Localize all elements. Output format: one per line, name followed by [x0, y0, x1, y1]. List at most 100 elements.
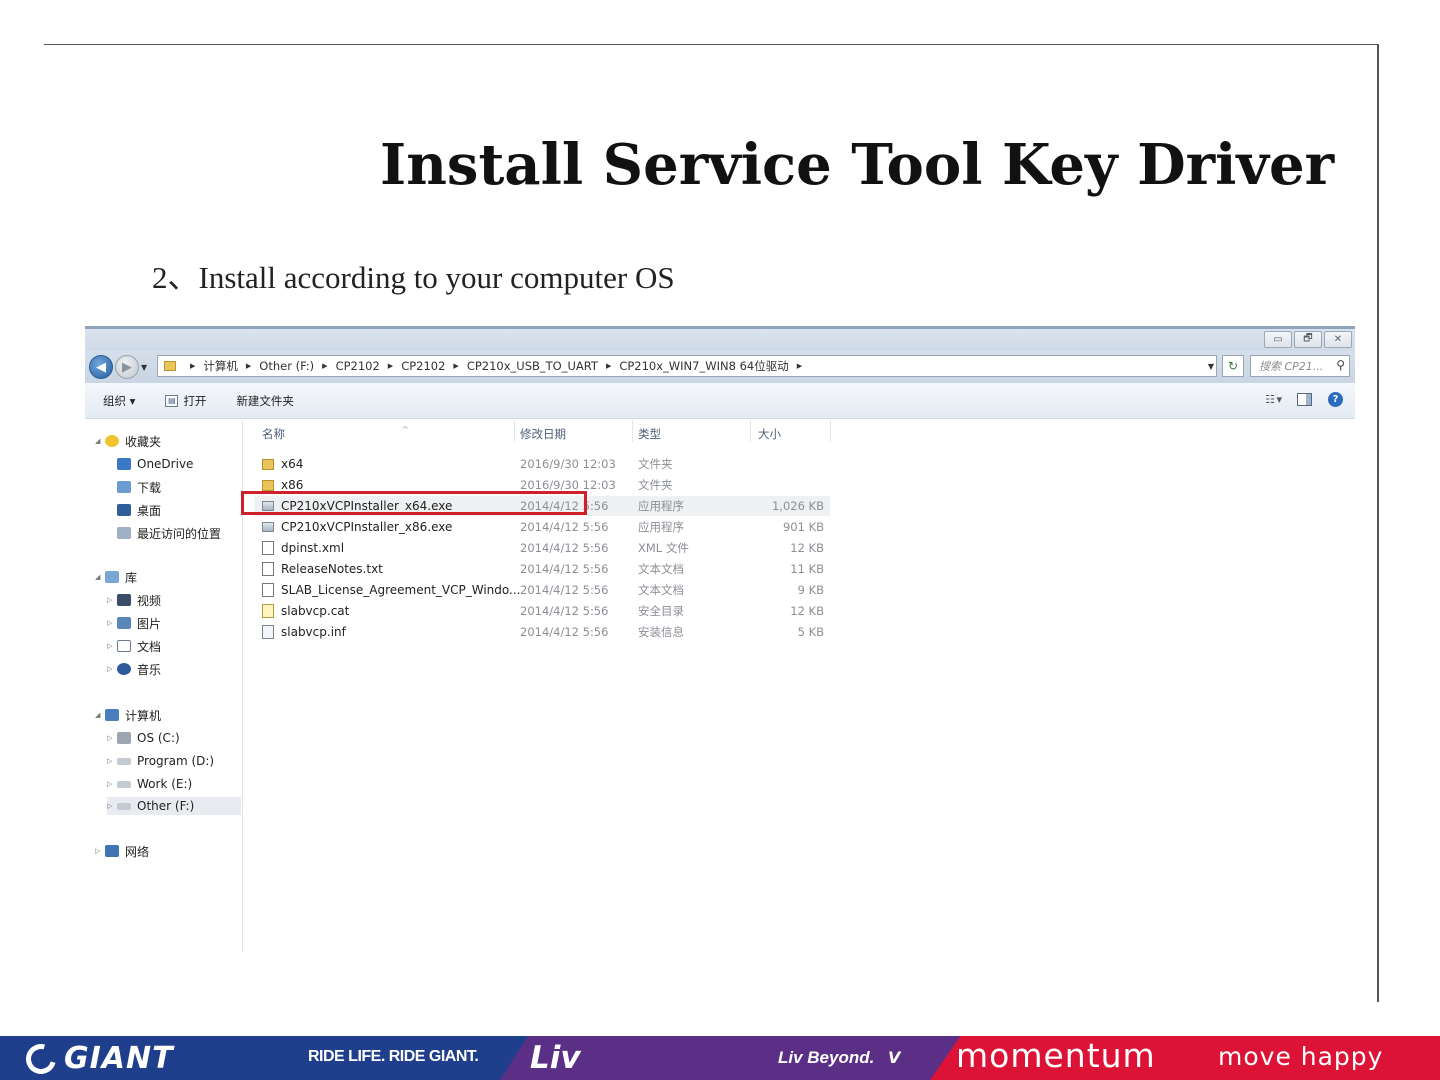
document-icon — [262, 562, 274, 576]
column-header-date[interactable]: 修改日期 — [520, 426, 566, 442]
file-name-cell: slabvcp.cat — [262, 604, 349, 618]
breadcrumb-cp2102-inner[interactable]: CP2102 — [401, 359, 445, 373]
nav-favorites[interactable]: ◢ 收藏夹 — [95, 432, 161, 450]
forward-button[interactable]: ▶ — [115, 355, 139, 379]
preview-pane-icon[interactable] — [1297, 393, 1312, 406]
arrow-left-icon: ◀ — [96, 359, 106, 375]
nav-music[interactable]: ▷ 音乐 — [107, 660, 161, 678]
file-date: 2014/4/12 5:56 — [520, 520, 609, 534]
breadcrumb-other-drive[interactable]: Other (F:) — [259, 359, 314, 373]
chevron-right-icon[interactable]: ▶ — [606, 362, 611, 370]
recent-pages-chevron-icon[interactable]: ▼ — [141, 363, 147, 372]
file-name-cell: CP210xVCPInstaller_x86.exe — [262, 520, 452, 534]
nav-drive-c[interactable]: ▷ OS (C:) — [107, 729, 180, 747]
momentum-tagline: move happy — [1218, 1042, 1384, 1071]
nav-downloads[interactable]: 下载 — [117, 478, 161, 496]
breadcrumb-cp2102[interactable]: CP2102 — [336, 359, 380, 373]
nav-drive-f[interactable]: ▷ Other (F:) — [107, 797, 241, 815]
nav-recent-label: 最近访问的位置 — [137, 526, 222, 541]
collapse-icon[interactable]: ▷ — [107, 757, 117, 765]
file-row-highlighted[interactable]: CP210xVCPInstaller_x64.exe 2014/4/12 5:5… — [254, 496, 830, 516]
chevron-right-icon[interactable]: ▶ — [246, 362, 251, 370]
collapse-icon[interactable]: ▷ — [107, 619, 117, 627]
nav-computer-label: 计算机 — [125, 708, 162, 723]
collapse-icon[interactable]: ▷ — [107, 642, 117, 650]
file-row[interactable]: slabvcp.inf 2014/4/12 5:56 安装信息 5 KB — [254, 622, 830, 642]
nav-libraries[interactable]: ◢ 库 — [95, 568, 137, 586]
minimize-button[interactable]: ▭ — [1264, 331, 1292, 348]
file-row[interactable]: dpinst.xml 2014/4/12 5:56 XML 文件 12 KB — [254, 538, 830, 558]
liv-mark-icon: V — [888, 1048, 901, 1067]
address-bar[interactable]: ▶ 计算机 ▶ Other (F:) ▶ CP2102 ▶ CP2102 ▶ C… — [157, 355, 1217, 377]
file-row[interactable]: ReleaseNotes.txt 2014/4/12 5:56 文本文档 11 … — [254, 559, 830, 579]
column-header-size[interactable]: 大小 — [758, 426, 781, 442]
address-dropdown-button[interactable]: ▼ — [1200, 355, 1222, 377]
file-type: 文件夹 — [638, 457, 673, 471]
file-name-cell: slabvcp.inf — [262, 625, 346, 639]
file-name-cell: CP210xVCPInstaller_x64.exe — [262, 499, 452, 513]
collapse-icon[interactable]: ▷ — [107, 665, 117, 673]
expand-icon[interactable]: ◢ — [95, 437, 105, 445]
search-input[interactable]: 搜索 CP21... ⚲ — [1250, 355, 1350, 377]
nav-desktop[interactable]: 桌面 — [117, 501, 161, 519]
collapse-icon[interactable]: ▷ — [107, 734, 117, 742]
file-row[interactable]: SLAB_License_Agreement_VCP_Windo... 2014… — [254, 580, 830, 600]
nav-pictures[interactable]: ▷ 图片 — [107, 614, 161, 632]
arrow-right-icon: ▶ — [122, 359, 132, 375]
file-name: SLAB_License_Agreement_VCP_Windo... — [281, 583, 521, 597]
file-row[interactable]: x86 2016/9/30 12:03 文件夹 — [254, 475, 830, 495]
breadcrumb-computer[interactable]: 计算机 — [203, 358, 238, 374]
column-divider[interactable] — [830, 420, 831, 442]
column-divider[interactable] — [632, 420, 633, 442]
nav-onedrive[interactable]: OneDrive — [117, 455, 193, 473]
nav-network[interactable]: ▷ 网络 — [95, 842, 149, 860]
navigation-pane: ◢ 收藏夹 OneDrive 下载 桌面 最近访问的位置 ◢ 库 ▷ 视频 ▷ … — [85, 420, 243, 952]
change-view-icon[interactable]: ☷ ▾ — [1265, 393, 1282, 406]
top-rule — [44, 44, 1379, 45]
chevron-right-icon[interactable]: ▶ — [322, 362, 327, 370]
footer-banner: GIANT RIDE LIFE. RIDE GIANT. Liv Liv Bey… — [0, 1036, 1440, 1080]
nav-drive-e[interactable]: ▷ Work (E:) — [107, 775, 192, 793]
nav-drive-d-label: Program (D:) — [137, 754, 215, 768]
new-folder-button[interactable]: 新建文件夹 — [236, 393, 294, 409]
file-row[interactable]: x64 2016/9/30 12:03 文件夹 — [254, 454, 830, 474]
help-icon[interactable]: ? — [1328, 392, 1343, 407]
refresh-button[interactable]: ↻ — [1222, 355, 1244, 377]
column-divider[interactable] — [514, 420, 515, 442]
file-name-cell: SLAB_License_Agreement_VCP_Windo... — [262, 583, 520, 597]
expand-icon[interactable]: ◢ — [95, 711, 105, 719]
file-row[interactable]: slabvcp.cat 2014/4/12 5:56 安全目录 12 KB — [254, 601, 830, 621]
file-row[interactable]: CP210xVCPInstaller_x86.exe 2014/4/12 5:5… — [254, 517, 830, 537]
collapse-icon[interactable]: ▷ — [107, 780, 117, 788]
column-header-name[interactable]: 名称 ^ — [262, 425, 409, 442]
chevron-right-icon[interactable]: ▶ — [190, 362, 195, 370]
expand-icon[interactable]: ◢ — [95, 573, 105, 581]
nav-videos[interactable]: ▷ 视频 — [107, 591, 161, 609]
collapse-icon[interactable]: ▷ — [107, 596, 117, 604]
nav-recent-places[interactable]: 最近访问的位置 — [117, 524, 221, 542]
column-header-type[interactable]: 类型 — [638, 426, 661, 442]
file-size: 1,026 KB — [771, 499, 824, 513]
nav-documents[interactable]: ▷ 文档 — [107, 637, 161, 655]
chevron-right-icon[interactable]: ▶ — [797, 362, 802, 370]
close-button[interactable]: ✕ — [1324, 331, 1352, 348]
maximize-button[interactable]: 🗗 — [1294, 331, 1322, 348]
breadcrumb-usb-to-uart[interactable]: CP210x_USB_TO_UART — [467, 359, 598, 373]
organize-button[interactable]: 组织 ▾ — [103, 393, 135, 409]
nav-drive-d[interactable]: ▷ Program (D:) — [107, 752, 214, 770]
search-icon[interactable]: ⚲ — [1336, 358, 1345, 372]
back-button[interactable]: ◀ — [89, 355, 113, 379]
open-button[interactable]: ▤ 打开 — [165, 393, 206, 409]
nav-computer[interactable]: ◢ 计算机 — [95, 706, 161, 724]
search-placeholder: 搜索 CP21... — [1259, 360, 1324, 373]
os-drive-icon — [117, 732, 131, 744]
chevron-right-icon[interactable]: ▶ — [453, 362, 458, 370]
column-divider[interactable] — [750, 420, 751, 442]
breadcrumb-win7-win8-64bit[interactable]: CP210x_WIN7_WIN8 64位驱动 — [619, 358, 788, 374]
file-name-cell: dpinst.xml — [262, 541, 344, 555]
file-size: 11 KB — [790, 562, 824, 576]
chevron-right-icon[interactable]: ▶ — [388, 362, 393, 370]
collapse-icon[interactable]: ▷ — [95, 847, 105, 855]
nav-desktop-label: 桌面 — [137, 503, 162, 518]
collapse-icon[interactable]: ▷ — [107, 802, 117, 810]
